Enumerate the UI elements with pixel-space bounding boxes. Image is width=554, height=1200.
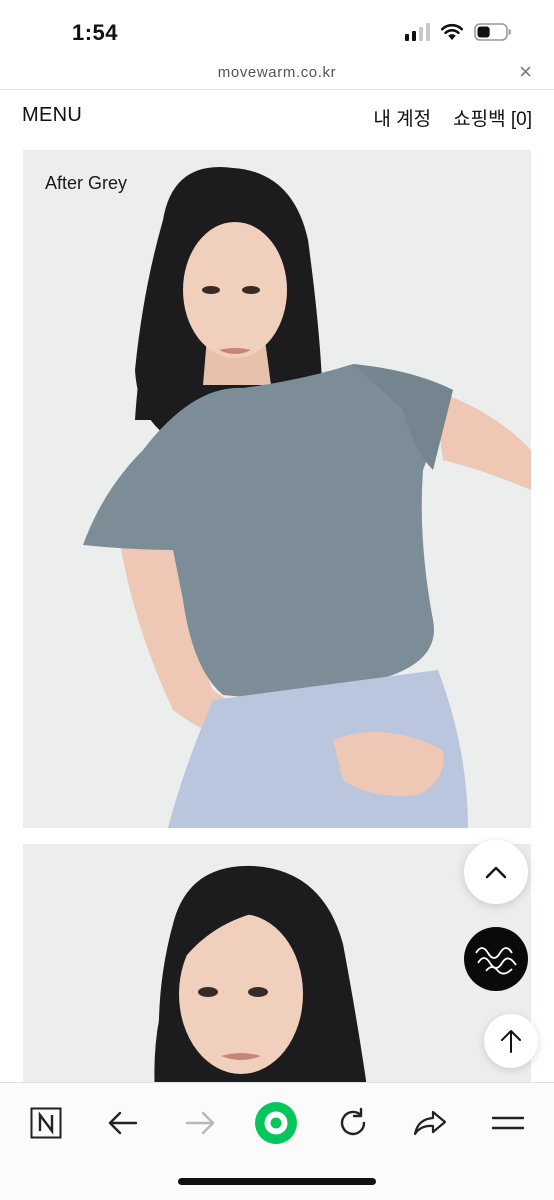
home-indicator (178, 1178, 376, 1185)
back-arrow-icon[interactable] (101, 1101, 145, 1145)
header-links: 내 계정 쇼핑백 [0] (373, 104, 532, 131)
movewarm-logo-icon (475, 947, 517, 975)
menu-button[interactable]: MENU (22, 104, 82, 127)
url-text[interactable]: movewarm.co.kr (0, 64, 554, 81)
share-icon[interactable] (408, 1101, 452, 1145)
chevron-up-icon (485, 866, 507, 879)
status-time: 1:54 (72, 20, 119, 45)
green-home-icon[interactable] (254, 1101, 298, 1145)
color-name-label: After Grey (45, 173, 128, 193)
forward-arrow-icon[interactable] (178, 1101, 222, 1145)
battery-icon (474, 23, 511, 41)
product-image-secondary[interactable] (23, 844, 531, 1094)
reload-icon[interactable] (331, 1101, 375, 1145)
product-image-main[interactable]: After Grey (23, 150, 531, 828)
brand-logo-button[interactable] (464, 927, 528, 991)
status-bar: 1:54 (0, 0, 554, 60)
model-photo-closeup (23, 844, 531, 1094)
wifi-icon (440, 23, 464, 40)
scroll-up-button[interactable] (464, 840, 528, 904)
naver-n-icon[interactable] (24, 1101, 68, 1145)
my-account-link[interactable]: 내 계정 (373, 104, 431, 131)
shopping-bag-link[interactable]: 쇼핑백 [0] (453, 104, 532, 131)
status-icons (405, 22, 512, 42)
scroll-to-top-button[interactable] (484, 1014, 538, 1068)
arrow-up-icon (501, 1030, 521, 1053)
close-icon[interactable]: × (519, 60, 532, 84)
model-photo (23, 150, 531, 828)
menu-icon[interactable] (486, 1101, 530, 1145)
address-bar[interactable]: movewarm.co.kr × (0, 56, 554, 90)
site-header: MENU 내 계정 쇼핑백 [0] (0, 90, 554, 142)
cellular-signal-icon (405, 23, 430, 41)
